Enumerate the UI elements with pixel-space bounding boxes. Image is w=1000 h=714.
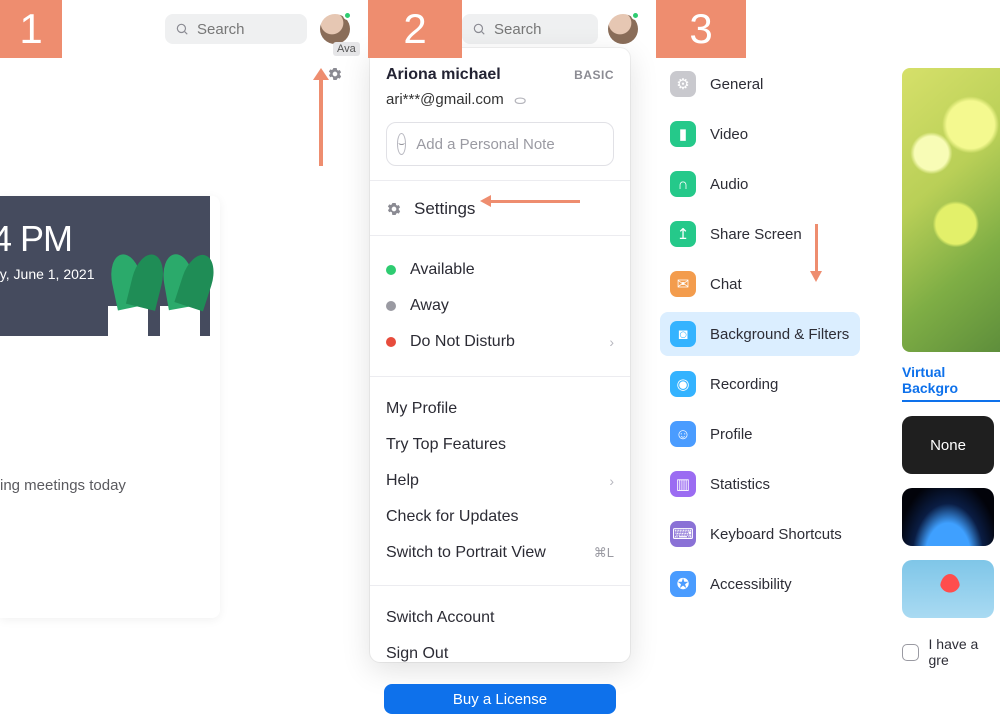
profile-menu: Ariona michael BASIC ari***@gmail.com ᯆ … bbox=[370, 48, 630, 662]
chevron-right-icon: › bbox=[609, 473, 614, 489]
status-label: Do Not Disturb bbox=[410, 333, 515, 351]
presence-dot-icon bbox=[631, 11, 640, 20]
nav-label: General bbox=[710, 76, 763, 93]
checkbox-icon bbox=[902, 644, 919, 661]
settings-label: Settings bbox=[414, 199, 475, 219]
step-1-badge: 1 bbox=[0, 0, 62, 58]
search-input[interactable]: Search bbox=[462, 14, 598, 44]
nav-label: Background & Filters bbox=[710, 326, 849, 343]
search-input[interactable]: Search bbox=[165, 14, 307, 44]
background-pane: Virtual Backgro None I have a gre bbox=[902, 68, 1000, 668]
step-2-badge: 2 bbox=[368, 0, 462, 58]
nav-statistics[interactable]: ▥ Statistics bbox=[660, 462, 860, 506]
annotation-arrow-icon bbox=[815, 224, 818, 272]
shortcut-label: ⌘L bbox=[594, 545, 614, 561]
bg-option-flower[interactable] bbox=[902, 560, 994, 618]
search-icon bbox=[472, 22, 486, 36]
search-placeholder: Search bbox=[494, 21, 542, 38]
keyboard-icon: ⌨ bbox=[670, 521, 696, 547]
nav-chat[interactable]: ✉ Chat bbox=[660, 262, 860, 306]
nav-audio[interactable]: ∩ Audio bbox=[660, 162, 860, 206]
preview-thumbnail bbox=[902, 68, 1000, 352]
nav-label: Chat bbox=[710, 276, 742, 293]
record-icon: ◉ bbox=[670, 371, 696, 397]
annotation-arrow-icon bbox=[319, 78, 323, 166]
tab-virtual-backgrounds[interactable]: Virtual Backgro bbox=[902, 364, 1000, 402]
nav-label: Audio bbox=[710, 176, 748, 193]
gear-icon[interactable] bbox=[327, 66, 343, 82]
help-link[interactable]: Help › bbox=[370, 463, 630, 499]
share-screen-icon: ↥ bbox=[670, 221, 696, 247]
search-placeholder: Search bbox=[197, 21, 245, 38]
status-dot-icon bbox=[386, 265, 396, 275]
profile-email: ari***@gmail.com bbox=[386, 91, 504, 108]
nav-recording[interactable]: ◉ Recording bbox=[660, 362, 860, 406]
settings-menu-item[interactable]: Settings bbox=[370, 195, 630, 221]
nav-label: Share Screen bbox=[710, 226, 802, 243]
eye-off-icon[interactable]: ᯆ bbox=[514, 90, 527, 108]
nav-accessibility[interactable]: ✪ Accessibility bbox=[660, 562, 860, 606]
chevron-right-icon: › bbox=[609, 334, 614, 350]
nav-label: Keyboard Shortcuts bbox=[710, 526, 842, 543]
nav-label: Recording bbox=[710, 376, 778, 393]
status-dnd[interactable]: Do Not Disturb › bbox=[370, 324, 630, 360]
status-label: Available bbox=[410, 261, 475, 279]
bg-option-earth[interactable] bbox=[902, 488, 994, 546]
annotation-arrow-icon bbox=[490, 200, 580, 203]
menu-label: Switch Account bbox=[386, 609, 495, 627]
status-away[interactable]: Away bbox=[370, 288, 630, 324]
chat-icon: ✉ bbox=[670, 271, 696, 297]
accessibility-icon: ✪ bbox=[670, 571, 696, 597]
plan-badge: BASIC bbox=[574, 68, 614, 82]
bg-option-none[interactable]: None bbox=[902, 416, 994, 474]
nav-share-screen[interactable]: ↥ Share Screen bbox=[660, 212, 860, 256]
person-icon: ☺ bbox=[670, 421, 696, 447]
step-3-badge: 3 bbox=[656, 0, 746, 58]
gear-icon bbox=[386, 201, 402, 217]
menu-label: My Profile bbox=[386, 400, 457, 418]
chart-icon: ▥ bbox=[670, 471, 696, 497]
hero-illustration-icon bbox=[108, 198, 208, 336]
nav-keyboard-shortcuts[interactable]: ⌨ Keyboard Shortcuts bbox=[660, 512, 860, 556]
checkbox-label: I have a gre bbox=[929, 636, 1000, 668]
presence-dot-icon bbox=[343, 11, 352, 20]
nav-label: Accessibility bbox=[710, 576, 792, 593]
nav-video[interactable]: ▮ Video bbox=[660, 112, 860, 156]
menu-label: Sign Out bbox=[386, 645, 448, 663]
menu-label: Try Top Features bbox=[386, 436, 506, 454]
nav-label: Video bbox=[710, 126, 748, 143]
background-icon: ◙ bbox=[670, 321, 696, 347]
status-label: Away bbox=[410, 297, 449, 315]
buy-license-button[interactable]: Buy a License bbox=[384, 684, 616, 714]
portrait-view-link[interactable]: Switch to Portrait View ⌘L bbox=[370, 535, 630, 571]
check-updates-link[interactable]: Check for Updates bbox=[370, 499, 630, 535]
video-icon: ▮ bbox=[670, 121, 696, 147]
headphones-icon: ∩ bbox=[670, 171, 696, 197]
smiley-icon[interactable]: ⌣ bbox=[397, 133, 406, 155]
my-profile-link[interactable]: My Profile bbox=[370, 391, 630, 427]
menu-label: Check for Updates bbox=[386, 508, 519, 526]
personal-note-field[interactable] bbox=[416, 136, 615, 153]
profile-name: Ariona michael bbox=[386, 66, 501, 84]
green-screen-checkbox[interactable]: I have a gre bbox=[902, 636, 1000, 668]
status-dot-icon bbox=[386, 337, 396, 347]
status-available[interactable]: Available bbox=[370, 252, 630, 288]
menu-label: Help bbox=[386, 472, 419, 490]
search-icon bbox=[175, 22, 189, 36]
nav-label: Statistics bbox=[710, 476, 770, 493]
gear-icon: ⚙ bbox=[670, 71, 696, 97]
nav-general[interactable]: ⚙ General bbox=[660, 62, 860, 106]
nav-profile[interactable]: ☺ Profile bbox=[660, 412, 860, 456]
nav-label: Profile bbox=[710, 426, 753, 443]
sign-out-link[interactable]: Sign Out bbox=[370, 636, 630, 672]
status-dot-icon bbox=[386, 301, 396, 311]
settings-sidebar: ⚙ General ▮ Video ∩ Audio ↥ Share Screen ✉ Ch… bbox=[660, 62, 860, 612]
no-meetings-label: ing meetings today bbox=[0, 477, 126, 494]
try-top-features-link[interactable]: Try Top Features bbox=[370, 427, 630, 463]
avatar-tooltip: Ava bbox=[333, 42, 360, 56]
nav-background-filters[interactable]: ◙ Background & Filters bbox=[660, 312, 860, 356]
personal-note-input[interactable]: ⌣ bbox=[386, 122, 614, 166]
switch-account-link[interactable]: Switch Account bbox=[370, 600, 630, 636]
menu-label: Switch to Portrait View bbox=[386, 544, 546, 562]
